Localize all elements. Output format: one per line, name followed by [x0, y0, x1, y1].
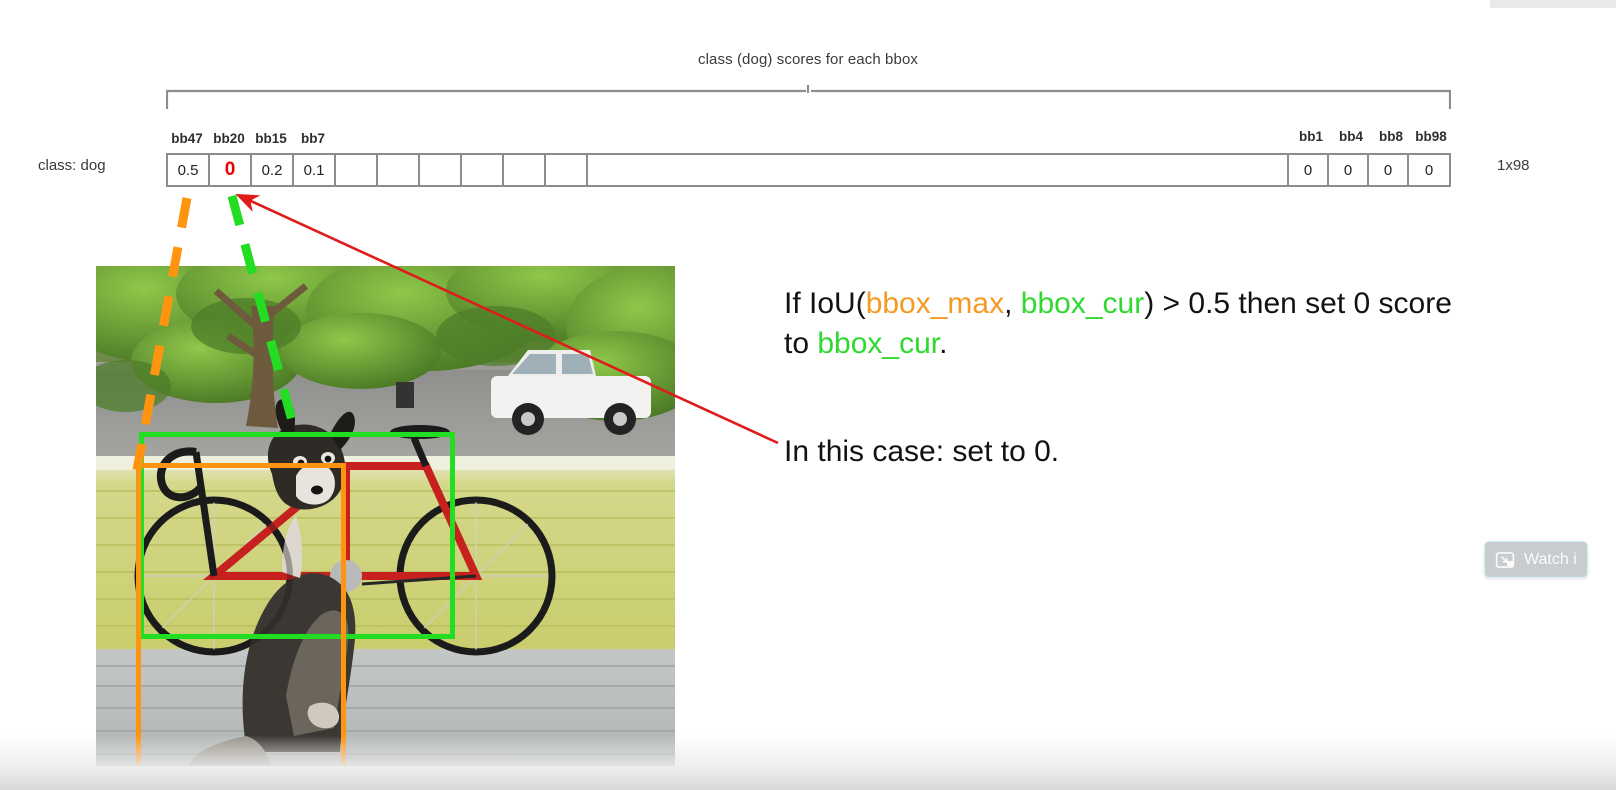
score-cell[interactable]: 0 — [1409, 155, 1449, 185]
bbox-id-label: bb15 — [255, 131, 287, 146]
score-cells-ellipsis — [588, 155, 1289, 185]
term-bbox-cur: bbox_cur — [1020, 287, 1145, 320]
explain-line2-part2: . — [939, 326, 948, 360]
score-cell[interactable] — [378, 155, 420, 185]
bbox-id-label: bb98 — [1415, 129, 1447, 144]
term-bbox-max: bbox_max — [865, 287, 1005, 320]
scores-bracket — [166, 85, 1451, 109]
explain-part2: ) > 0.5 then set 0 score — [1144, 287, 1452, 320]
bbox-id-label: bb8 — [1378, 129, 1404, 144]
explain-line2-part1: to — [784, 326, 818, 360]
explain-part1: If IoU( — [784, 287, 866, 320]
bbox-id-label: bb7 — [300, 131, 326, 146]
top-edge-sliver — [1490, 0, 1616, 8]
score-cell[interactable]: 0 — [210, 155, 252, 185]
tensor-dim-label: 1x98 — [1497, 157, 1530, 174]
conclusion-text: In this case: set to 0. — [784, 435, 1060, 468]
bbox-id-label: bb47 — [171, 131, 203, 146]
explain-comma: , — [1004, 287, 1021, 320]
scores-caption: class (dog) scores for each bbox — [698, 51, 918, 68]
bbox-id-labels: bb47 bb20 bb15 bb7 bb1 bb4 bb8 bb98 — [166, 129, 1451, 151]
scores-table-wrap: bb47 bb20 bb15 bb7 bb1 bb4 bb8 bb98 0.5 0 0.2 0.1 0… — [166, 129, 1451, 187]
detection-image — [96, 266, 675, 766]
score-cell[interactable]: 0 — [1329, 155, 1369, 185]
class-label: class: dog — [38, 157, 106, 174]
slide-canvas: class (dog) scores for each bbox class: … — [0, 0, 1616, 790]
score-cell[interactable] — [420, 155, 462, 185]
bbox-max-orange — [136, 463, 346, 766]
bbox-id-label: bb20 — [213, 131, 245, 146]
miniplayer-icon — [1495, 551, 1515, 568]
term-bbox-cur-2: bbox_cur — [817, 326, 940, 360]
score-cell[interactable] — [336, 155, 378, 185]
explanation-text: If IoU(bbox_max, bbox_cur) > 0.5 then se… — [784, 284, 1544, 363]
bbox-id-label: bb4 — [1338, 129, 1364, 144]
bbox-id-label: bb1 — [1298, 129, 1324, 144]
bottom-fade — [0, 735, 1616, 790]
score-cell[interactable]: 0.5 — [168, 155, 210, 185]
watch-later-pill[interactable]: Watch i — [1484, 541, 1588, 578]
scores-table[interactable]: 0.5 0 0.2 0.1 0 0 0 0 — [166, 153, 1451, 187]
score-cell[interactable]: 0.2 — [252, 155, 294, 185]
score-cell[interactable]: 0 — [1289, 155, 1329, 185]
score-cell[interactable]: 0.1 — [294, 155, 336, 185]
watch-label: Watch i — [1524, 550, 1577, 568]
score-cell[interactable]: 0 — [1369, 155, 1409, 185]
score-cell[interactable] — [462, 155, 504, 185]
score-cell[interactable] — [504, 155, 546, 185]
score-cell[interactable] — [546, 155, 588, 185]
